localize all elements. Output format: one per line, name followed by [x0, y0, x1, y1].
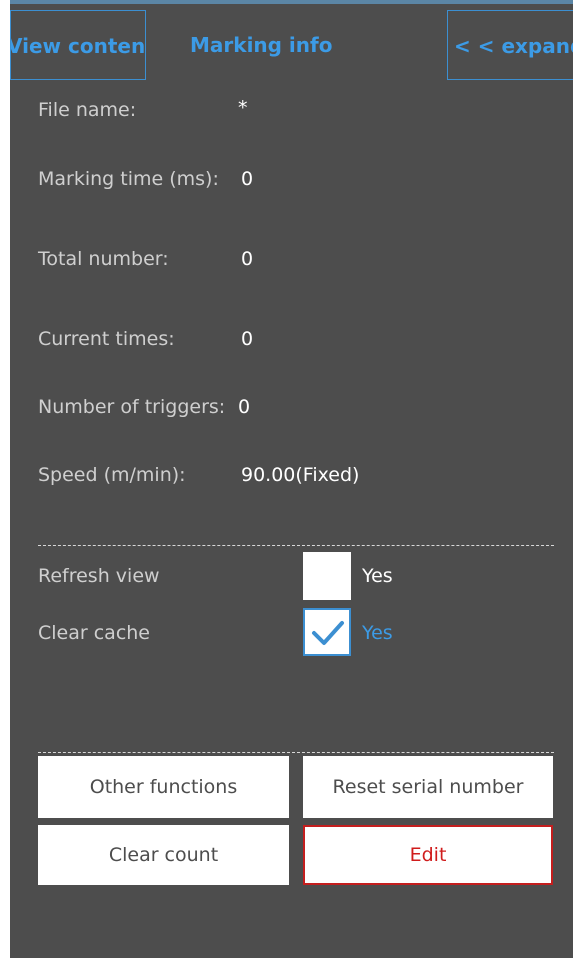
clear-cache-checkbox[interactable] [303, 608, 351, 656]
speed-value: 90.00(Fixed) [241, 464, 360, 486]
total-number-value: 0 [241, 248, 254, 270]
clear-cache-yes-label: Yes [362, 622, 393, 644]
file-name-value: * [238, 97, 248, 119]
section-divider [38, 545, 554, 546]
top-divider [10, 0, 573, 4]
reset-serial-number-button[interactable]: Reset serial number [303, 756, 553, 818]
tab-marking-info[interactable]: Marking info [190, 10, 390, 80]
current-times-label: Current times: [38, 328, 175, 350]
edit-button[interactable]: Edit [303, 825, 553, 885]
checkmark-icon [312, 621, 344, 645]
speed-label: Speed (m/min): [38, 464, 186, 486]
file-name-label: File name: [38, 99, 137, 121]
refresh-view-label: Refresh view [38, 565, 160, 587]
expand-button[interactable]: < < expand [447, 10, 573, 80]
current-times-value: 0 [241, 328, 254, 350]
triggers-label: Number of triggers: [38, 396, 226, 418]
marking-time-value: 0 [241, 168, 254, 190]
total-number-label: Total number: [38, 248, 169, 270]
clear-cache-label: Clear cache [38, 622, 150, 644]
clear-count-button[interactable]: Clear count [38, 825, 289, 885]
marking-info-panel: View content Marking info < < expand Fil… [10, 0, 573, 958]
refresh-view-checkbox[interactable] [303, 552, 351, 600]
marking-time-label: Marking time (ms): [38, 168, 219, 190]
other-functions-button[interactable]: Other functions [38, 756, 289, 818]
triggers-value: 0 [238, 396, 251, 418]
section-divider-bottom [38, 752, 554, 753]
refresh-view-yes-label: Yes [362, 565, 393, 587]
tab-view-content[interactable]: View content [10, 10, 146, 80]
